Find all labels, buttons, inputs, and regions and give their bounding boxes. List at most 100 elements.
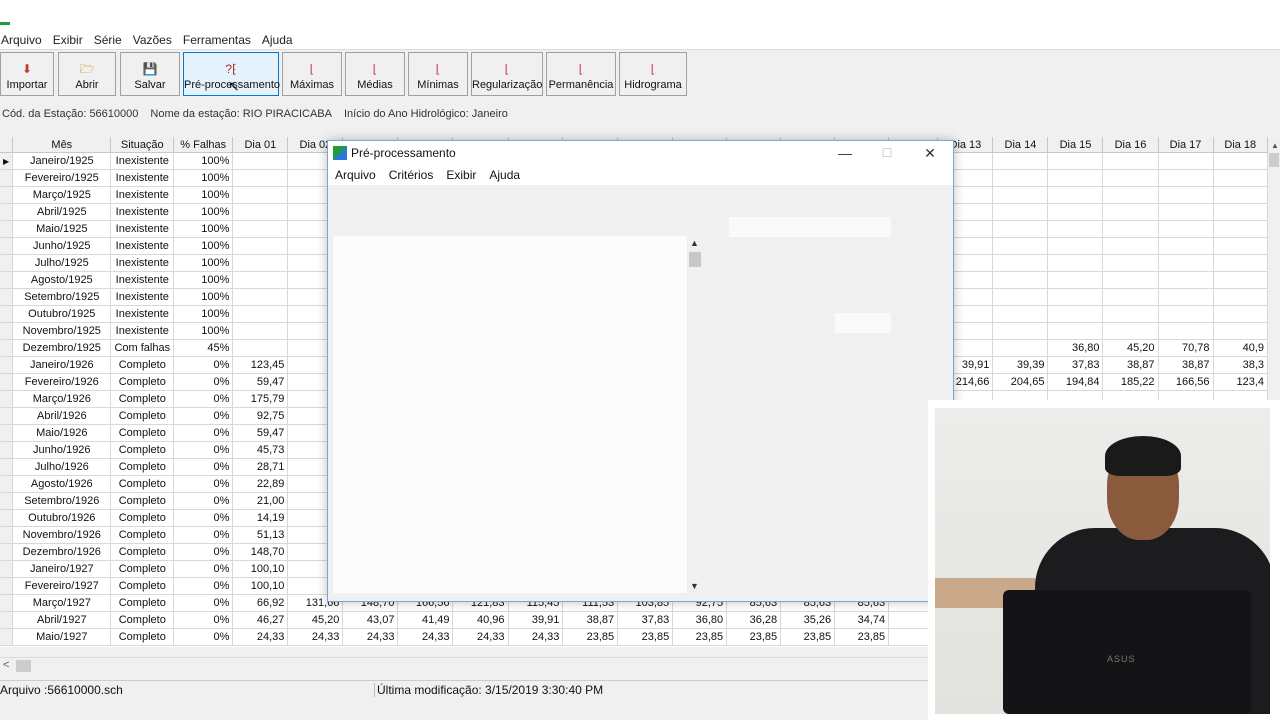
row-indicator[interactable] bbox=[0, 611, 14, 629]
table-cell[interactable] bbox=[992, 271, 1049, 289]
table-cell[interactable] bbox=[232, 271, 289, 289]
table-cell[interactable] bbox=[232, 254, 289, 272]
table-cell[interactable]: 0% bbox=[173, 475, 234, 493]
table-cell[interactable] bbox=[1158, 254, 1214, 272]
column-header[interactable]: Dia 18 bbox=[1213, 137, 1268, 153]
table-cell[interactable]: 24,33 bbox=[232, 628, 289, 646]
table-cell[interactable]: 204,65 bbox=[992, 373, 1049, 391]
row-indicator[interactable] bbox=[0, 594, 14, 612]
row-indicator[interactable] bbox=[0, 339, 14, 357]
table-cell[interactable]: Dezembro/1926 bbox=[12, 543, 112, 561]
table-cell[interactable]: 14,19 bbox=[232, 509, 289, 527]
table-cell[interactable]: 100% bbox=[173, 169, 234, 187]
table-cell[interactable]: Completo bbox=[110, 356, 175, 374]
table-cell[interactable]: Fevereiro/1927 bbox=[12, 577, 112, 595]
table-cell[interactable] bbox=[1047, 169, 1104, 187]
table-cell[interactable] bbox=[992, 220, 1049, 238]
chevron-down-icon[interactable]: ▼ bbox=[690, 581, 699, 591]
dialog-field-1[interactable] bbox=[729, 217, 891, 237]
table-cell[interactable]: Novembro/1925 bbox=[12, 322, 112, 340]
table-cell[interactable]: 100% bbox=[173, 322, 234, 340]
table-cell[interactable]: Junho/1925 bbox=[12, 237, 112, 255]
column-header[interactable]: Mês bbox=[12, 137, 112, 153]
row-indicator[interactable] bbox=[0, 203, 14, 221]
row-indicator[interactable] bbox=[0, 492, 14, 510]
menu-serie[interactable]: Série bbox=[93, 33, 128, 47]
table-cell[interactable]: 43,07 bbox=[342, 611, 399, 629]
table-cell[interactable]: Inexistente bbox=[110, 322, 175, 340]
table-cell[interactable]: 100% bbox=[173, 220, 234, 238]
table-cell[interactable]: Novembro/1926 bbox=[12, 526, 112, 544]
table-cell[interactable]: 59,47 bbox=[232, 373, 289, 391]
row-indicator[interactable] bbox=[0, 305, 14, 323]
table-cell[interactable]: 185,22 bbox=[1102, 373, 1159, 391]
table-cell[interactable] bbox=[992, 339, 1049, 357]
table-cell[interactable]: Outubro/1926 bbox=[12, 509, 112, 527]
table-cell[interactable]: Completo bbox=[110, 611, 175, 629]
table-cell[interactable]: 0% bbox=[173, 458, 234, 476]
row-indicator[interactable] bbox=[0, 424, 14, 442]
table-cell[interactable]: 175,79 bbox=[232, 390, 289, 408]
table-cell[interactable]: 51,13 bbox=[232, 526, 289, 544]
row-indicator[interactable] bbox=[0, 509, 14, 527]
table-cell[interactable]: Janeiro/1925 bbox=[12, 152, 112, 170]
table-cell[interactable] bbox=[1213, 169, 1268, 187]
table-cell[interactable] bbox=[1102, 152, 1159, 170]
table-cell[interactable]: 148,70 bbox=[232, 543, 289, 561]
row-indicator[interactable] bbox=[0, 577, 14, 595]
scroll-left-icon[interactable]: < bbox=[3, 659, 9, 671]
table-cell[interactable]: 23,85 bbox=[617, 628, 674, 646]
table-cell[interactable]: Inexistente bbox=[110, 169, 175, 187]
vertical-scroll-thumb[interactable] bbox=[1269, 153, 1279, 167]
table-cell[interactable]: 23,85 bbox=[780, 628, 836, 646]
table-cell[interactable]: 0% bbox=[173, 407, 234, 425]
table-cell[interactable]: 45% bbox=[173, 339, 234, 357]
row-indicator[interactable] bbox=[0, 526, 14, 544]
table-cell[interactable]: Completo bbox=[110, 373, 175, 391]
dialog-titlebar[interactable]: Pré-processamento — ☐ ✕ bbox=[328, 141, 953, 165]
menu-ajuda[interactable]: Ajuda bbox=[261, 33, 299, 47]
row-indicator[interactable] bbox=[0, 407, 14, 425]
row-indicator[interactable] bbox=[0, 271, 14, 289]
table-cell[interactable]: 35,26 bbox=[780, 611, 836, 629]
table-cell[interactable]: 24,33 bbox=[397, 628, 454, 646]
table-cell[interactable]: Inexistente bbox=[110, 271, 175, 289]
table-cell[interactable] bbox=[232, 152, 289, 170]
table-cell[interactable]: Completo bbox=[110, 390, 175, 408]
table-cell[interactable] bbox=[992, 169, 1049, 187]
column-header[interactable]: % Falhas bbox=[173, 137, 234, 153]
menu-exibir[interactable]: Exibir bbox=[52, 33, 89, 47]
table-cell[interactable]: 24,33 bbox=[342, 628, 399, 646]
horizontal-scroll-thumb[interactable] bbox=[16, 660, 31, 672]
hidrograma-button[interactable]: ⌊ Hidrograma bbox=[619, 52, 687, 96]
table-cell[interactable] bbox=[1158, 322, 1214, 340]
table-cell[interactable]: 123,45 bbox=[232, 356, 289, 374]
table-cell[interactable] bbox=[232, 169, 289, 187]
grid-horizontal-scrollbar[interactable]: < bbox=[0, 657, 928, 675]
table-cell[interactable]: Completo bbox=[110, 407, 175, 425]
table-cell[interactable]: 100% bbox=[173, 237, 234, 255]
table-cell[interactable] bbox=[1047, 237, 1104, 255]
table-cell[interactable]: 0% bbox=[173, 594, 234, 612]
table-cell[interactable]: 100% bbox=[173, 186, 234, 204]
table-cell[interactable] bbox=[1158, 220, 1214, 238]
table-cell[interactable]: 0% bbox=[173, 373, 234, 391]
table-cell[interactable] bbox=[1213, 288, 1268, 306]
table-cell[interactable]: Fevereiro/1925 bbox=[12, 169, 112, 187]
table-cell[interactable]: 36,80 bbox=[1047, 339, 1104, 357]
table-cell[interactable]: 24,33 bbox=[452, 628, 509, 646]
table-cell[interactable] bbox=[1102, 203, 1159, 221]
table-cell[interactable]: 100% bbox=[173, 271, 234, 289]
regularizacao-button[interactable]: ⌊ Regularização bbox=[471, 52, 543, 96]
table-cell[interactable]: Agosto/1926 bbox=[12, 475, 112, 493]
menu-ferramentas[interactable]: Ferramentas bbox=[182, 33, 257, 47]
table-cell[interactable]: 23,85 bbox=[726, 628, 782, 646]
table-cell[interactable]: 21,00 bbox=[232, 492, 289, 510]
table-cell[interactable] bbox=[992, 203, 1049, 221]
row-indicator[interactable]: ▶ bbox=[0, 152, 14, 170]
table-cell[interactable]: 0% bbox=[173, 509, 234, 527]
dialog-menu-ajuda[interactable]: Ajuda bbox=[489, 168, 520, 182]
table-cell[interactable]: 0% bbox=[173, 543, 234, 561]
table-cell[interactable]: 0% bbox=[173, 628, 234, 646]
table-cell[interactable] bbox=[1158, 288, 1214, 306]
